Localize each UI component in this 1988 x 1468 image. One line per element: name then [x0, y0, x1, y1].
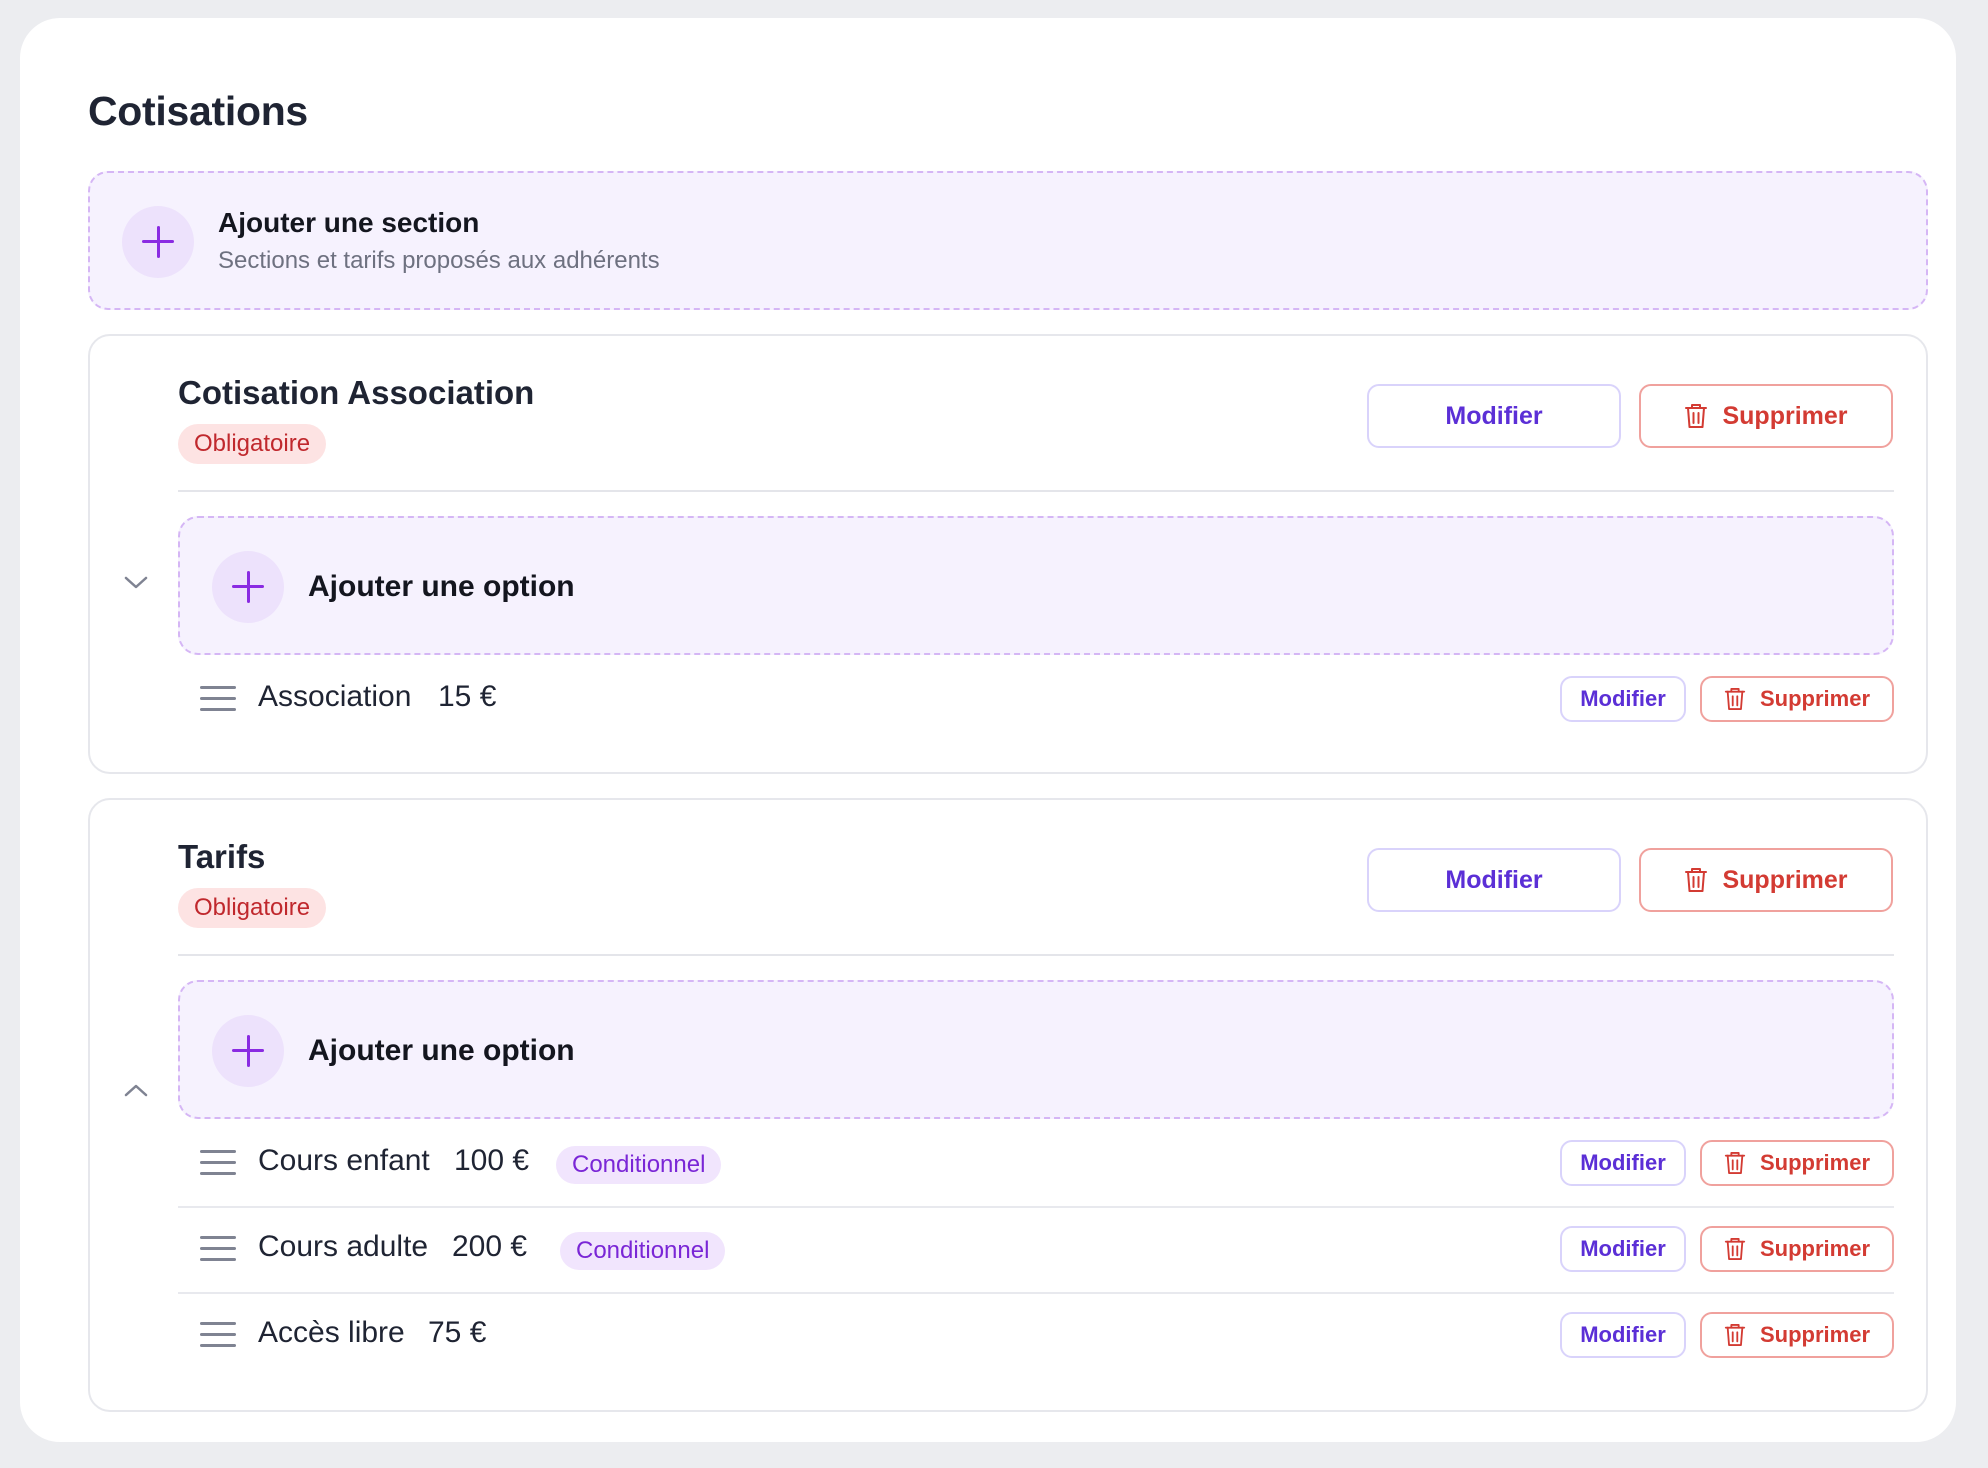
trash-icon — [1685, 868, 1708, 892]
delete-label: Supprimer — [1722, 401, 1848, 430]
option-name: Cours enfant — [258, 1144, 430, 1177]
delete-label: Supprimer — [1759, 1150, 1871, 1175]
plus-icon — [212, 551, 284, 623]
section-divider — [178, 954, 1894, 956]
delete-option-button[interactable]: Supprimer — [1700, 1140, 1894, 1186]
trash-icon — [1724, 1152, 1746, 1175]
edit-label: Modifier — [1580, 686, 1666, 711]
section-tarifs: Tarifs Obligatoire Modifier Supprimer Aj… — [88, 798, 1928, 1412]
edit-label: Modifier — [1445, 865, 1543, 894]
add-option-label: Ajouter une option — [308, 1034, 575, 1067]
add-option-button[interactable]: Ajouter une option — [178, 980, 1894, 1119]
delete-section-button[interactable]: Supprimer — [1639, 848, 1893, 912]
mandatory-badge: Obligatoire — [178, 424, 327, 464]
add-section-subtitle: Sections et tarifs proposés aux adhérent… — [218, 247, 660, 274]
option-name: Accès libre — [258, 1316, 405, 1349]
add-section-button[interactable]: Ajouter une section Sections et tarifs p… — [88, 171, 1928, 310]
edit-label: Modifier — [1445, 401, 1543, 430]
delete-label: Supprimer — [1722, 865, 1848, 894]
delete-option-button[interactable]: Supprimer — [1700, 676, 1894, 722]
plus-icon — [212, 1015, 284, 1087]
delete-option-button[interactable]: Supprimer — [1700, 1226, 1894, 1272]
add-option-label: Ajouter une option — [308, 570, 575, 603]
chevron-down-icon[interactable] — [122, 572, 150, 592]
drag-handle-icon[interactable] — [200, 1150, 236, 1176]
delete-option-button[interactable]: Supprimer — [1700, 1312, 1894, 1358]
add-section-title: Ajouter une section — [218, 207, 480, 238]
delete-section-button[interactable]: Supprimer — [1639, 384, 1893, 448]
option-price: 100 € — [454, 1144, 530, 1177]
option-price: 15 € — [438, 680, 497, 713]
edit-option-button[interactable]: Modifier — [1560, 1226, 1686, 1272]
conditional-badge: Conditionnel — [556, 1146, 722, 1184]
delete-label: Supprimer — [1759, 1322, 1871, 1347]
option-name: Association — [258, 680, 412, 713]
trash-icon — [1724, 1324, 1746, 1347]
edit-option-button[interactable]: Modifier — [1560, 1140, 1686, 1186]
edit-label: Modifier — [1580, 1150, 1666, 1175]
section-divider — [178, 490, 1894, 492]
add-option-button[interactable]: Ajouter une option — [178, 516, 1894, 655]
option-name: Cours adulte — [258, 1230, 429, 1263]
trash-icon — [1685, 404, 1708, 428]
delete-label: Supprimer — [1759, 1236, 1871, 1261]
option-price: 200 € — [452, 1230, 528, 1263]
section-cotisation-association: Cotisation Association Obligatoire Modif… — [88, 334, 1928, 774]
plus-icon — [122, 206, 194, 278]
drag-handle-icon[interactable] — [200, 1236, 236, 1262]
option-price: 75 € — [428, 1316, 487, 1349]
trash-icon — [1724, 688, 1746, 710]
row-divider — [178, 1206, 1894, 1208]
edit-option-button[interactable]: Modifier — [1560, 676, 1686, 722]
edit-label: Modifier — [1580, 1236, 1666, 1261]
edit-option-button[interactable]: Modifier — [1560, 1312, 1686, 1358]
section-title: Cotisation Association — [178, 374, 535, 411]
delete-label: Supprimer — [1759, 686, 1871, 711]
section-title: Tarifs — [178, 838, 266, 875]
conditional-badge: Conditionnel — [560, 1232, 726, 1270]
drag-handle-icon[interactable] — [200, 1322, 236, 1348]
chevron-up-icon[interactable] — [122, 1080, 150, 1100]
edit-section-button[interactable]: Modifier — [1367, 384, 1621, 448]
mandatory-badge: Obligatoire — [178, 888, 327, 928]
row-divider — [178, 1292, 1894, 1294]
edit-label: Modifier — [1580, 1322, 1666, 1347]
trash-icon — [1724, 1238, 1746, 1261]
cotisations-card: Cotisations Ajouter une section Sections… — [20, 18, 1956, 1442]
edit-section-button[interactable]: Modifier — [1367, 848, 1621, 912]
drag-handle-icon[interactable] — [200, 686, 236, 712]
page-title: Cotisations — [88, 88, 308, 134]
